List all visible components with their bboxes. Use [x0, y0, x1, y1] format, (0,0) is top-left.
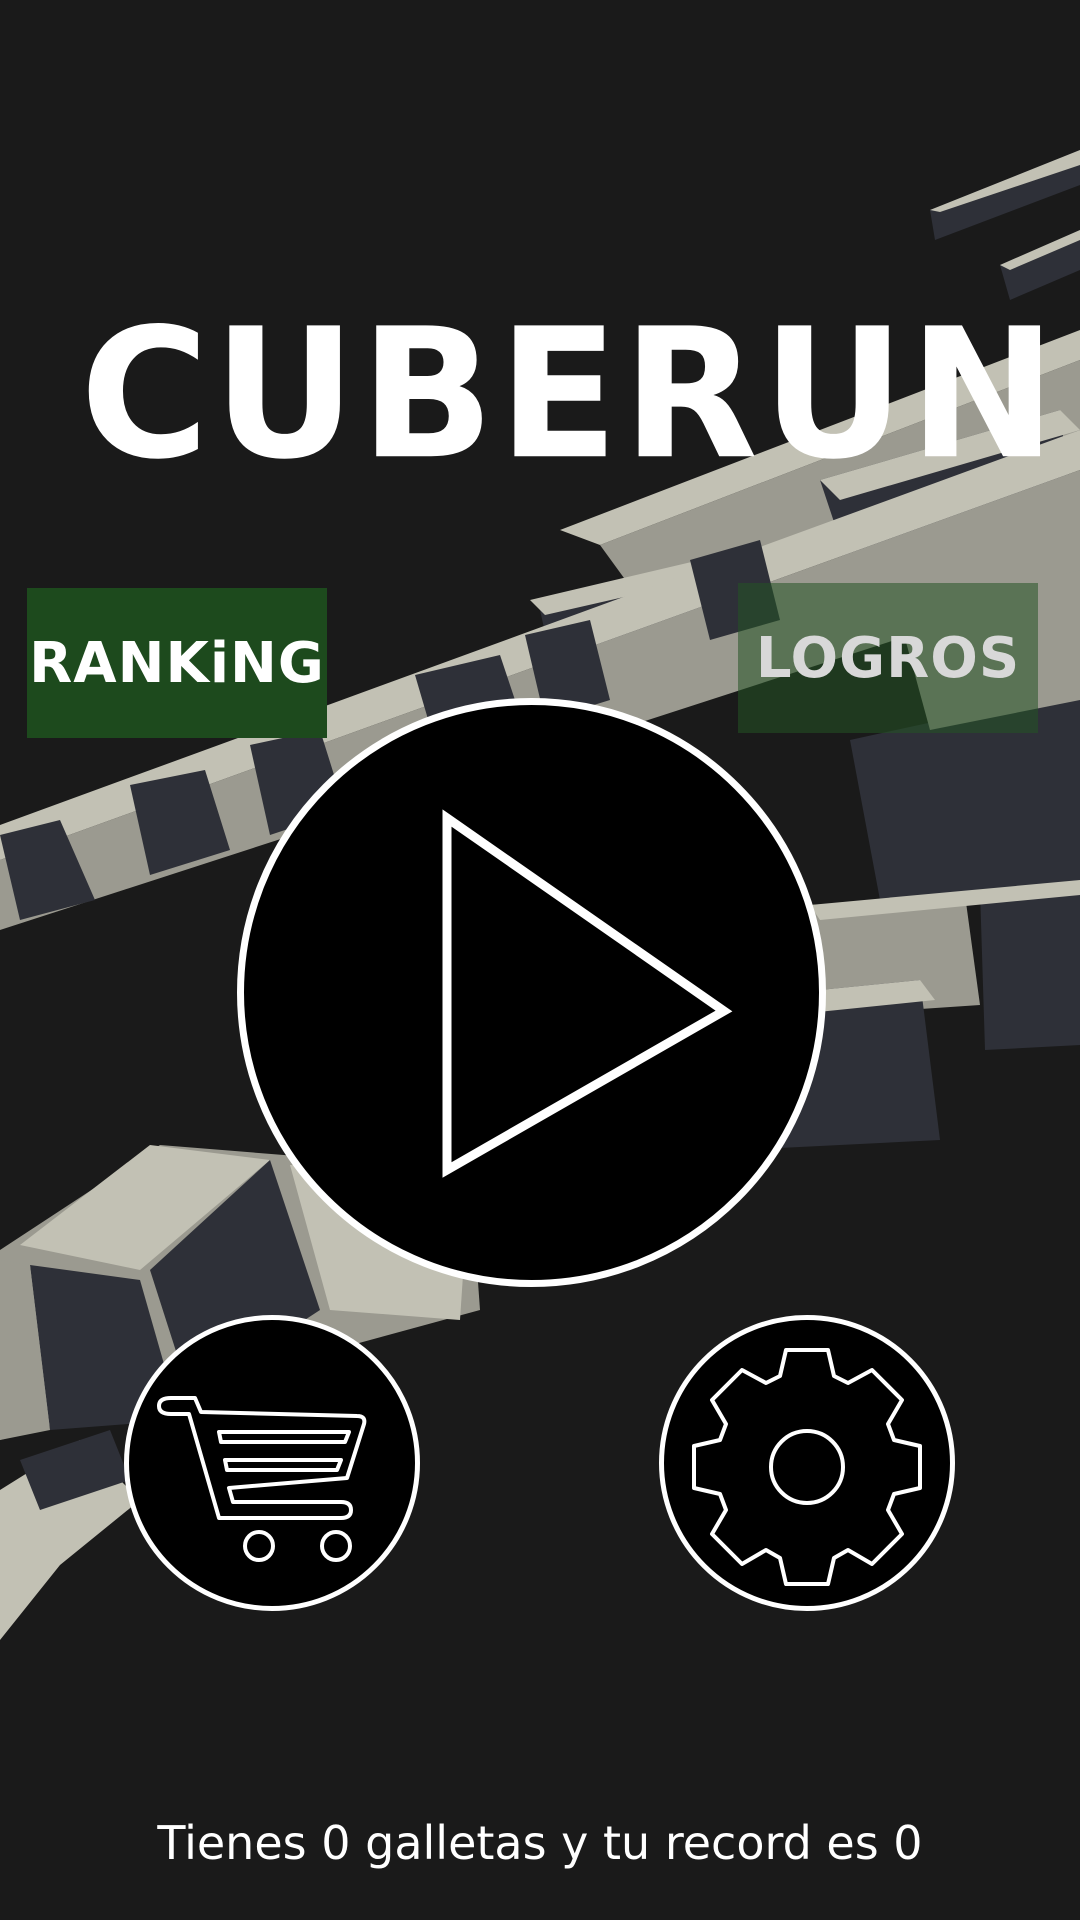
cube-track-far — [930, 150, 1080, 300]
gear-icon — [692, 1348, 922, 1586]
game-screen: CUBERUN RANKiNG LOGROS Tienes 0 galletas… — [0, 0, 1080, 1920]
shop-button[interactable] — [124, 1315, 420, 1611]
ranking-button-label: RANKiNG — [29, 630, 325, 696]
play-button[interactable] — [237, 698, 826, 1287]
status-message: Tienes 0 galletas y tu record es 0 — [157, 1816, 923, 1870]
play-triangle-icon — [442, 809, 733, 1178]
achievements-button-label: LOGROS — [755, 625, 1021, 691]
shopping-cart-icon — [157, 1396, 367, 1562]
game-title: CUBERUN — [80, 289, 1061, 500]
settings-button[interactable] — [659, 1315, 955, 1611]
